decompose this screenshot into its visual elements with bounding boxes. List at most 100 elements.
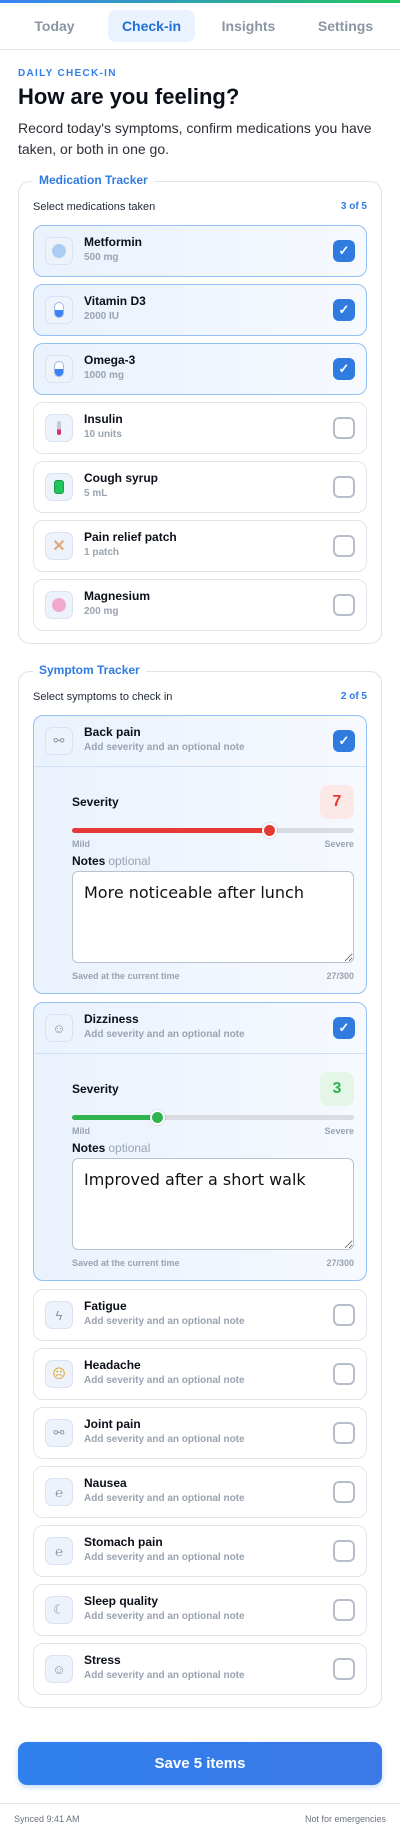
medication-item[interactable]: ✕ Pain relief patch 1 patch bbox=[33, 520, 367, 572]
symptom-checkbox[interactable]: ✓ bbox=[333, 730, 355, 752]
page-description: Record today's symptoms, confirm medicat… bbox=[18, 120, 372, 157]
saved-status: Saved at the current time bbox=[72, 1258, 180, 1268]
symptom-checkbox[interactable]: ✓ bbox=[333, 1017, 355, 1039]
checkmark-icon: ✓ bbox=[338, 243, 350, 258]
medication-name: Magnesium bbox=[84, 589, 151, 603]
severity-value: 3 bbox=[320, 1072, 354, 1106]
medication-item[interactable]: Metformin 500 mg ✓ bbox=[33, 225, 367, 277]
notes-label: Notes optional bbox=[72, 1141, 150, 1155]
symptom-hint: Add severity and an optional note bbox=[84, 1029, 245, 1040]
severity-slider[interactable] bbox=[72, 1110, 354, 1125]
stomach-icon: ℮ bbox=[45, 1478, 73, 1506]
symptom-checkbox[interactable] bbox=[333, 1599, 355, 1621]
symptom-checkbox[interactable] bbox=[333, 1481, 355, 1503]
medication-checkbox[interactable]: ✓ bbox=[333, 299, 355, 321]
notes-textarea[interactable] bbox=[72, 871, 354, 963]
symptom-subtitle: Select symptoms to check in bbox=[33, 691, 173, 703]
medication-item[interactable]: Cough syrup 5 mL bbox=[33, 461, 367, 513]
symptom-item-expanded[interactable]: ⚯ Back pain Add severity and an optional… bbox=[33, 715, 367, 994]
medication-checkbox[interactable] bbox=[333, 535, 355, 557]
symptom-name: Joint pain bbox=[84, 1417, 141, 1431]
tab-bar: Today Check-in Insights Settings bbox=[0, 3, 400, 50]
notes-label-text: Notes bbox=[72, 1141, 106, 1155]
severity-slider-handle[interactable] bbox=[262, 823, 278, 838]
medication-item[interactable]: Insulin 10 units bbox=[33, 402, 367, 454]
notes-optional: optional bbox=[108, 1141, 151, 1155]
bottle-icon bbox=[45, 473, 73, 501]
symptom-item[interactable]: ϟ Fatigue Add severity and an optional n… bbox=[33, 1289, 367, 1341]
severity-slider-handle[interactable] bbox=[149, 1110, 165, 1125]
medication-item[interactable]: Magnesium 200 mg bbox=[33, 579, 367, 631]
symptom-item[interactable]: ℮ Nausea Add severity and an optional no… bbox=[33, 1466, 367, 1518]
severity-label: Severity bbox=[72, 1082, 119, 1096]
notes-optional: optional bbox=[108, 854, 151, 868]
severity-value: 7 bbox=[320, 785, 354, 819]
medication-count: 3 of 5 bbox=[340, 201, 367, 212]
checkmark-icon: ✓ bbox=[338, 1020, 350, 1035]
symptom-hint: Add severity and an optional note bbox=[84, 1375, 245, 1386]
medication-checkbox[interactable]: ✓ bbox=[333, 240, 355, 262]
medication-dose: 1000 mg bbox=[84, 370, 125, 381]
symptom-item-expanded[interactable]: ☺ Dizziness Add severity and an optional… bbox=[33, 1002, 367, 1281]
medication-checkbox[interactable] bbox=[333, 476, 355, 498]
medication-name: Insulin bbox=[84, 412, 123, 426]
symptom-checkbox[interactable] bbox=[333, 1658, 355, 1680]
eyebrow-label: DAILY CHECK-IN bbox=[18, 68, 117, 79]
status-bar: Synced 9:41 AM Not for emergencies bbox=[0, 1803, 400, 1834]
symptom-tracker-legend: Symptom Tracker bbox=[33, 663, 146, 677]
symptom-hint: Add severity and an optional note bbox=[84, 1611, 245, 1622]
symptom-item[interactable]: ☺ Stress Add severity and an optional no… bbox=[33, 1643, 367, 1695]
notes-label: Notes optional bbox=[72, 854, 150, 868]
symptom-name: Headache bbox=[84, 1358, 141, 1372]
medication-dose: 2000 IU bbox=[84, 311, 120, 322]
smile-icon: ☺ bbox=[45, 1655, 73, 1683]
checkmark-icon: ✓ bbox=[338, 361, 350, 376]
checkmark-icon: ✓ bbox=[338, 302, 350, 317]
medication-item[interactable]: Omega-3 1000 mg ✓ bbox=[33, 343, 367, 395]
severity-max-label: Severe bbox=[324, 839, 354, 849]
stomach-icon: ℮ bbox=[45, 1537, 73, 1565]
medication-item[interactable]: Vitamin D3 2000 IU ✓ bbox=[33, 284, 367, 336]
page-header: DAILY CHECK-IN How are you feeling? Reco… bbox=[18, 68, 382, 160]
medication-checkbox[interactable] bbox=[333, 594, 355, 616]
symptom-checkbox[interactable] bbox=[333, 1422, 355, 1444]
symptom-hint: Add severity and an optional note bbox=[84, 742, 245, 753]
symptom-checkbox[interactable] bbox=[333, 1363, 355, 1385]
tab-settings[interactable]: Settings bbox=[302, 10, 389, 42]
symptom-name: Stress bbox=[84, 1653, 121, 1667]
symptom-name: Nausea bbox=[84, 1476, 127, 1490]
symptom-tracker-panel: Symptom Tracker Select symptoms to check… bbox=[18, 663, 382, 1708]
symptom-name: Sleep quality bbox=[84, 1594, 159, 1608]
head-icon: ☺ bbox=[45, 1014, 73, 1042]
tab-check-in[interactable]: Check-in bbox=[108, 10, 195, 42]
capsule-icon bbox=[45, 296, 73, 324]
save-button[interactable]: Save 5 items bbox=[18, 1742, 382, 1785]
symptom-item[interactable]: ⚯ Joint pain Add severity and an optiona… bbox=[33, 1407, 367, 1459]
tab-today[interactable]: Today bbox=[11, 10, 98, 42]
moon-icon: ☾ bbox=[45, 1596, 73, 1624]
severity-slider-fill bbox=[72, 828, 270, 833]
bandage-icon: ✕ bbox=[45, 532, 73, 560]
medication-name: Metformin bbox=[84, 235, 142, 249]
symptom-hint: Add severity and an optional note bbox=[84, 1552, 245, 1563]
symptom-checkbox[interactable] bbox=[333, 1304, 355, 1326]
medication-checkbox[interactable] bbox=[333, 417, 355, 439]
tablet-icon bbox=[45, 237, 73, 265]
tab-insights[interactable]: Insights bbox=[205, 10, 292, 42]
severity-slider[interactable] bbox=[72, 823, 354, 838]
symptom-checkbox[interactable] bbox=[333, 1540, 355, 1562]
severity-max-label: Severe bbox=[324, 1126, 354, 1136]
medication-name: Vitamin D3 bbox=[84, 294, 146, 308]
symptom-item[interactable]: ℮ Stomach pain Add severity and an optio… bbox=[33, 1525, 367, 1577]
notes-textarea[interactable] bbox=[72, 1158, 354, 1250]
symptom-count: 2 of 5 bbox=[340, 691, 367, 702]
medication-checkbox[interactable]: ✓ bbox=[333, 358, 355, 380]
symptom-detail: Severity 3 Mild Severe Notesoptional Sav… bbox=[34, 1053, 366, 1281]
symptom-item[interactable]: ☹ Headache Add severity and an optional … bbox=[33, 1348, 367, 1400]
medication-dose: 500 mg bbox=[84, 252, 119, 263]
medication-subtitle: Select medications taken bbox=[33, 201, 156, 213]
symptom-item[interactable]: ☾ Sleep quality Add severity and an opti… bbox=[33, 1584, 367, 1636]
severity-min-label: Mild bbox=[72, 839, 90, 849]
disclaimer: Not for emergencies bbox=[304, 1814, 386, 1824]
severity-label: Severity bbox=[72, 795, 119, 809]
